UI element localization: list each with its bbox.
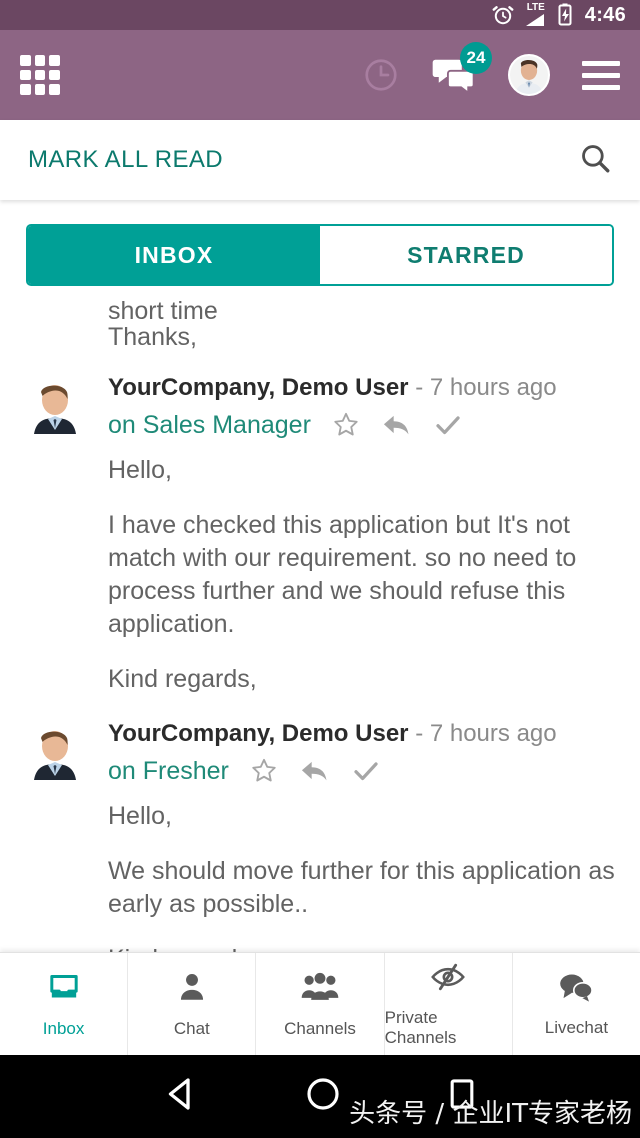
tab-inbox-label: INBOX bbox=[134, 241, 214, 268]
clipped-previous-message: short time Thanks, bbox=[0, 300, 640, 354]
reply-arrow-icon[interactable] bbox=[381, 410, 413, 440]
android-navigation-bar: 头条号 / 企业IT专家老杨 bbox=[0, 1055, 640, 1138]
avatar[interactable] bbox=[508, 54, 550, 96]
alarm-clock-icon bbox=[491, 3, 515, 27]
home-circle-icon[interactable] bbox=[303, 1074, 343, 1119]
check-mark-icon[interactable] bbox=[351, 756, 381, 786]
message-body: YourCompany, Demo User - 7 hours ago on … bbox=[80, 372, 616, 440]
message-author: YourCompany, Demo User bbox=[108, 720, 409, 747]
phone-screen: LTE 4:46 24 MARK ALL READ INBOX STARRED … bbox=[0, 0, 640, 1138]
tab-starred[interactable]: STARRED bbox=[320, 226, 612, 284]
messages-badge: 24 bbox=[460, 42, 492, 74]
nav-item-inbox[interactable]: Inbox bbox=[0, 953, 129, 1055]
tabs-group: INBOX STARRED bbox=[26, 224, 614, 286]
message-paragraph: I have checked this application but It's… bbox=[108, 511, 577, 638]
message-topic-link[interactable]: on Sales Manager bbox=[108, 411, 311, 440]
avatar bbox=[30, 376, 80, 434]
nav-item-chat-label: Chat bbox=[173, 1018, 210, 1038]
message-timestamp: - 7 hours ago bbox=[415, 374, 557, 401]
clipped-line-2: Thanks, bbox=[108, 323, 197, 351]
nav-item-private-channels-label: Private Channels bbox=[384, 1007, 457, 1047]
message-subheader: on Sales Manager bbox=[108, 410, 616, 440]
tab-bar: INBOX STARRED bbox=[0, 200, 640, 286]
nav-item-livechat[interactable]: Livechat bbox=[513, 953, 640, 1055]
nav-item-chat[interactable]: Chat bbox=[128, 953, 257, 1055]
bottom-navigation: Inbox Chat Channels Private Channels Liv… bbox=[0, 952, 640, 1055]
status-bar-clock: 4:46 bbox=[584, 3, 626, 26]
eye-slash-icon bbox=[430, 961, 466, 998]
search-icon[interactable] bbox=[578, 141, 612, 180]
message-paragraph: We should move further for this applicat… bbox=[108, 857, 615, 918]
message-item[interactable]: YourCompany, Demo User - 7 hours ago on … bbox=[0, 696, 640, 786]
tab-starred-label: STARRED bbox=[407, 241, 525, 268]
avatar bbox=[30, 722, 80, 780]
message-header: YourCompany, Demo User - 7 hours ago bbox=[108, 372, 616, 404]
message-list[interactable]: short time Thanks, YourCompany, Demo Use… bbox=[0, 300, 640, 952]
message-item[interactable]: YourCompany, Demo User - 7 hours ago on … bbox=[0, 354, 640, 440]
message-timestamp: - 7 hours ago bbox=[415, 720, 557, 747]
check-mark-icon[interactable] bbox=[433, 410, 463, 440]
nav-item-livechat-label: Livechat bbox=[544, 1017, 609, 1037]
apps-grid-icon[interactable] bbox=[20, 55, 60, 95]
tab-inbox[interactable]: INBOX bbox=[28, 226, 320, 284]
message-topic-link[interactable]: on Fresher bbox=[108, 757, 229, 786]
message-text: Hello, I have checked this application b… bbox=[0, 454, 640, 696]
message-paragraph: Kind regards, bbox=[108, 943, 640, 952]
status-bar: LTE 4:46 bbox=[0, 0, 640, 30]
person-icon bbox=[175, 970, 209, 1009]
message-header: YourCompany, Demo User - 7 hours ago bbox=[108, 718, 616, 750]
message-text: Hello, We should move further for this a… bbox=[0, 800, 640, 952]
appbar-actions: 24 bbox=[362, 42, 620, 96]
mark-all-read-button[interactable]: MARK ALL READ bbox=[28, 146, 223, 174]
nav-item-private-channels[interactable]: Private Channels bbox=[385, 953, 513, 1055]
watermark-text: 头条号 / 企业IT专家老杨 bbox=[349, 1099, 632, 1129]
app-bar: 24 bbox=[0, 30, 640, 120]
message-paragraph: Hello, bbox=[108, 456, 172, 484]
inbox-tray-icon bbox=[47, 970, 81, 1009]
nav-item-inbox-label: Inbox bbox=[42, 1018, 85, 1038]
message-subheader: on Fresher bbox=[108, 756, 616, 786]
messages-icon[interactable]: 24 bbox=[432, 42, 492, 94]
nav-item-channels[interactable]: Channels bbox=[256, 953, 385, 1055]
message-body: YourCompany, Demo User - 7 hours ago on … bbox=[80, 718, 616, 786]
battery-charging-icon bbox=[557, 3, 573, 27]
back-triangle-icon[interactable] bbox=[160, 1073, 202, 1120]
people-group-icon bbox=[301, 970, 339, 1009]
reply-arrow-icon[interactable] bbox=[299, 756, 331, 786]
star-outline-icon[interactable] bbox=[331, 410, 361, 440]
nav-item-channels-label: Channels bbox=[284, 1018, 356, 1038]
star-outline-icon[interactable] bbox=[249, 756, 279, 786]
message-paragraph: Kind regards, bbox=[108, 665, 257, 693]
hamburger-menu-icon[interactable] bbox=[582, 60, 620, 90]
message-author: YourCompany, Demo User bbox=[108, 374, 409, 401]
clock-history-icon[interactable] bbox=[362, 56, 400, 94]
message-paragraph: Hello, bbox=[108, 802, 172, 830]
signal-bars-icon: LTE bbox=[524, 2, 548, 28]
chat-bubbles-icon bbox=[558, 971, 594, 1008]
mark-all-read-bar: MARK ALL READ bbox=[0, 120, 640, 200]
clipped-line-1: short time bbox=[108, 300, 218, 320]
